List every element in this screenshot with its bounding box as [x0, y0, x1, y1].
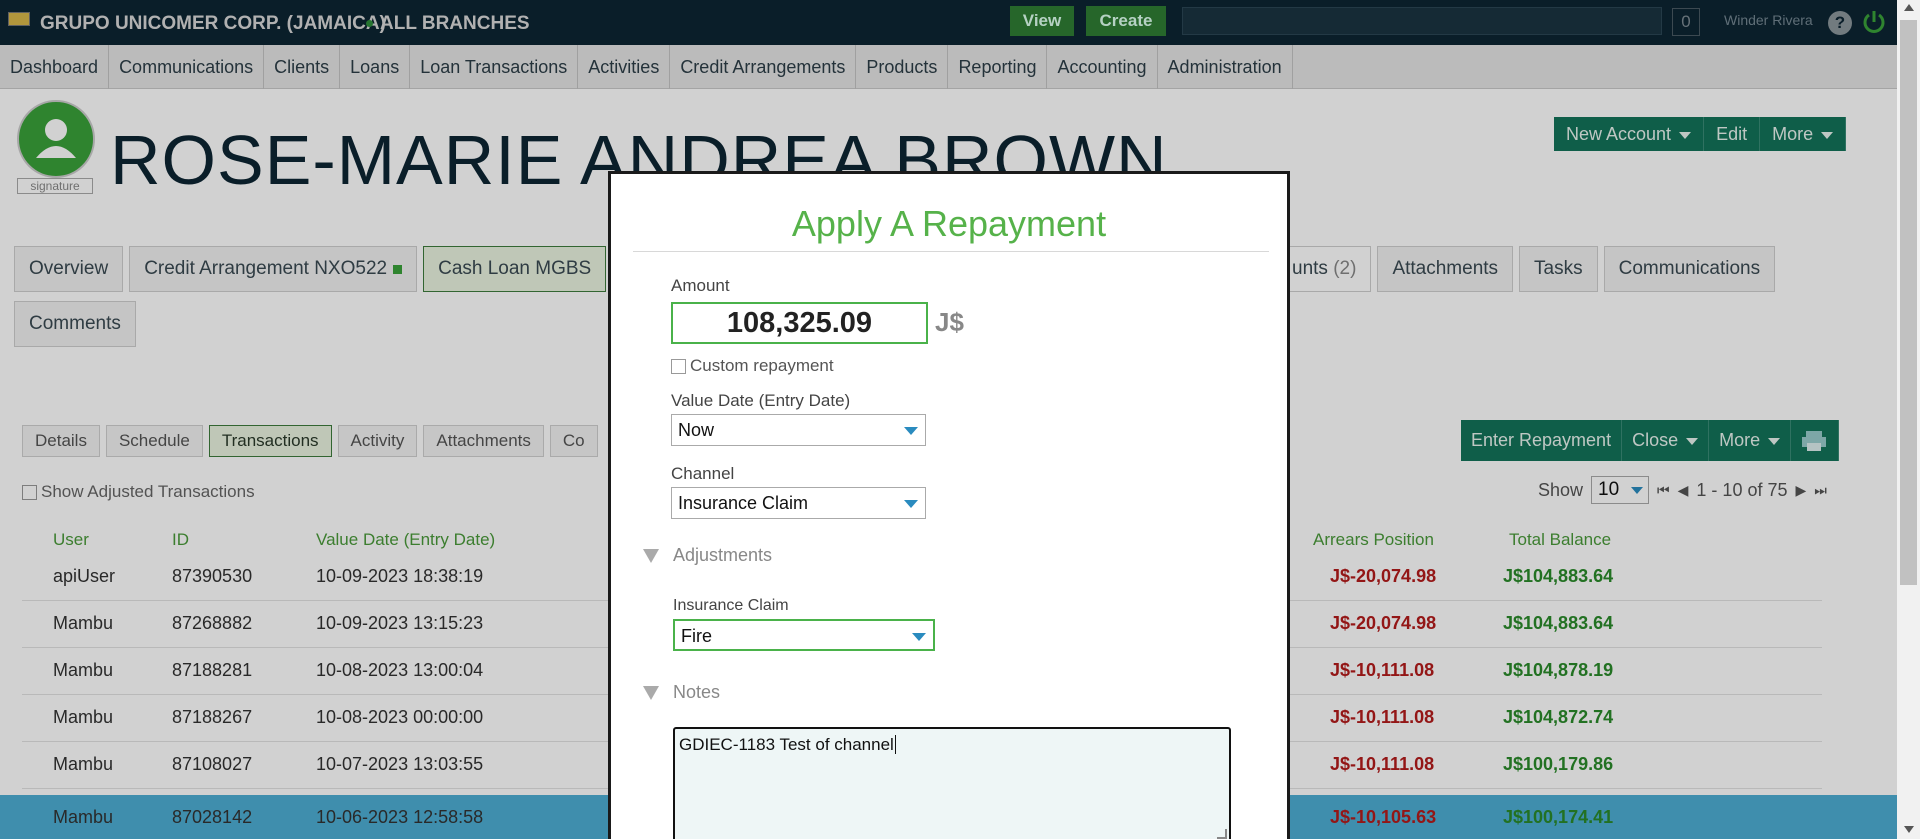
custom-repayment-label: Custom repayment [690, 356, 834, 375]
chevron-down-icon [904, 427, 918, 435]
notes-section-toggle[interactable]: Notes [643, 682, 720, 703]
scroll-up-icon[interactable] [1904, 4, 1914, 11]
notes-label: Notes [673, 682, 721, 702]
amount-label: Amount [671, 276, 730, 295]
channel-select[interactable]: Insurance Claim [671, 487, 926, 519]
amount-input[interactable]: 108,325.09 [671, 302, 928, 344]
notes-textarea[interactable]: GDIEC-1183 Test of channel [673, 727, 1231, 839]
scrollbar-thumb[interactable] [1900, 20, 1917, 585]
channel-value: Insurance Claim [678, 493, 809, 513]
apply-repayment-dialog: Apply A Repayment Amount 108,325.09 J$ C… [608, 171, 1290, 839]
text-cursor [894, 735, 896, 754]
dialog-title: Apply A Repayment [791, 203, 1107, 244]
insurance-claim-label: Insurance Claim [673, 597, 789, 614]
collapse-icon [643, 686, 659, 701]
scroll-down-icon[interactable] [1904, 826, 1914, 833]
adjustments-label: Adjustments [673, 545, 773, 565]
custom-repayment-checkbox[interactable] [671, 359, 686, 375]
insurance-claim-select[interactable]: Fire [673, 619, 935, 651]
collapse-icon [643, 549, 659, 564]
value-date-select[interactable]: Now [671, 414, 926, 446]
value-date-value: Now [678, 420, 715, 440]
divider [633, 251, 1269, 252]
chevron-down-icon [904, 500, 918, 508]
chevron-down-icon [912, 633, 926, 641]
notes-text: GDIEC-1183 Test of channel [679, 735, 894, 754]
insurance-claim-value: Fire [681, 626, 712, 646]
resize-handle-icon[interactable] [1217, 829, 1227, 839]
channel-label: Channel [671, 464, 735, 483]
value-date-label: Value Date (Entry Date) [671, 391, 851, 410]
adjustments-section-toggle[interactable]: Adjustments [643, 545, 772, 566]
scrollbar[interactable] [1897, 0, 1920, 839]
custom-repayment-toggle[interactable]: Custom repayment [671, 356, 834, 376]
currency-label: J$ [935, 307, 964, 337]
